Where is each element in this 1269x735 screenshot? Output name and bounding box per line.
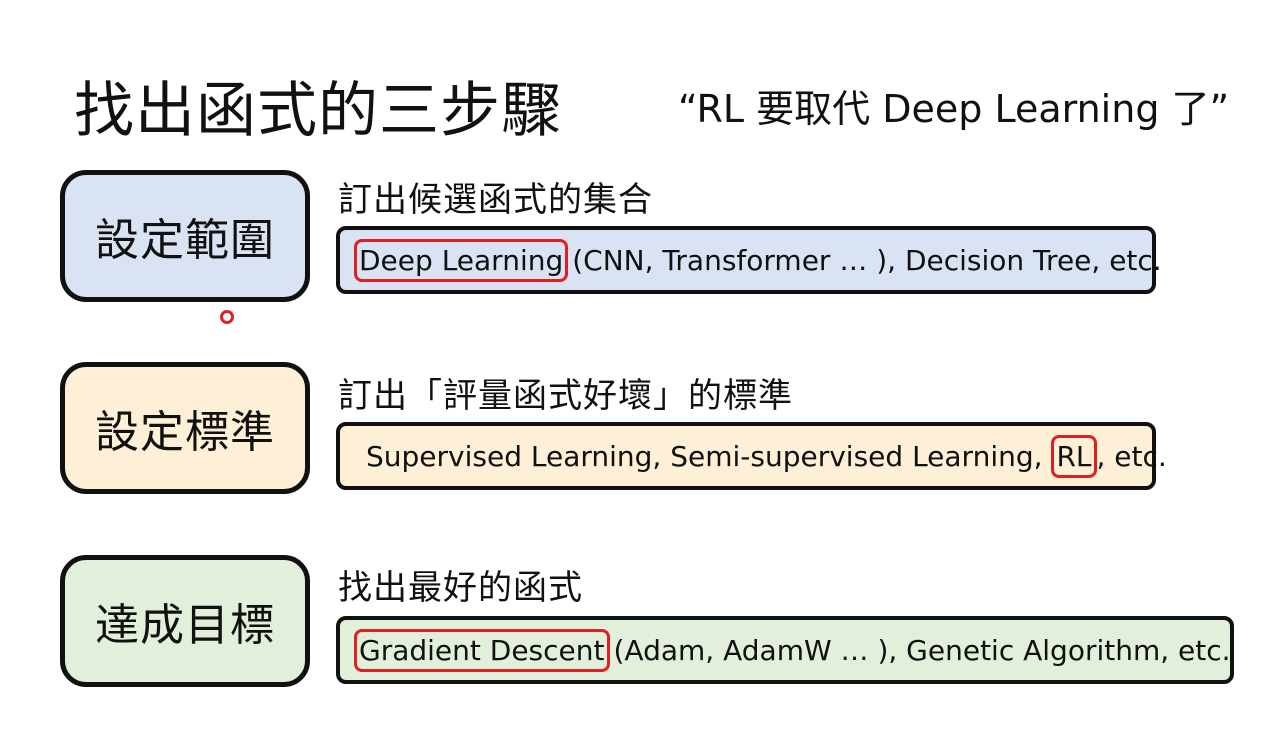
example-box-define-scope: Deep Learning (CNN, Transformer … ), Dec… bbox=[336, 226, 1162, 294]
step-box-define-scope: 設定範圍 bbox=[60, 170, 310, 302]
step-label: 設定範圍 bbox=[95, 215, 275, 266]
step-description: 訂出「評量函式好壞」的標準 bbox=[338, 376, 793, 416]
example-box-define-criteria: Supervised Learning, Semi-supervised Lea… bbox=[336, 422, 1167, 490]
step-description: 找出最好的函式 bbox=[338, 568, 583, 608]
highlighted-term: Deep Learning bbox=[354, 238, 569, 282]
step-description: 訂出候選函式的集合 bbox=[338, 180, 653, 220]
step-label: 設定標準 bbox=[95, 407, 275, 458]
slide-title: 找出函式的三步驟 bbox=[74, 76, 562, 146]
example-text: (CNN, Transformer … ), Decision Tree, et… bbox=[572, 243, 1162, 277]
example-text: , etc. bbox=[1096, 439, 1167, 473]
highlighted-term: RL bbox=[1051, 434, 1097, 478]
step-box-achieve-goal: 達成目標 bbox=[60, 555, 310, 687]
step-box-define-criteria: 設定標準 bbox=[60, 362, 310, 494]
example-text-prefix: Supervised Learning, Semi-supervised Lea… bbox=[366, 439, 1052, 473]
highlighted-term: Gradient Descent bbox=[354, 628, 610, 672]
laser-pointer-dot bbox=[220, 310, 234, 324]
example-box-achieve-goal: Gradient Descent (Adam, AdamW … ), Genet… bbox=[336, 616, 1234, 684]
quote-text: “RL 要取代 Deep Learning 了” bbox=[678, 87, 1230, 131]
example-text: (Adam, AdamW … ), Genetic Algorithm, etc… bbox=[613, 633, 1231, 667]
step-label: 達成目標 bbox=[95, 600, 275, 651]
